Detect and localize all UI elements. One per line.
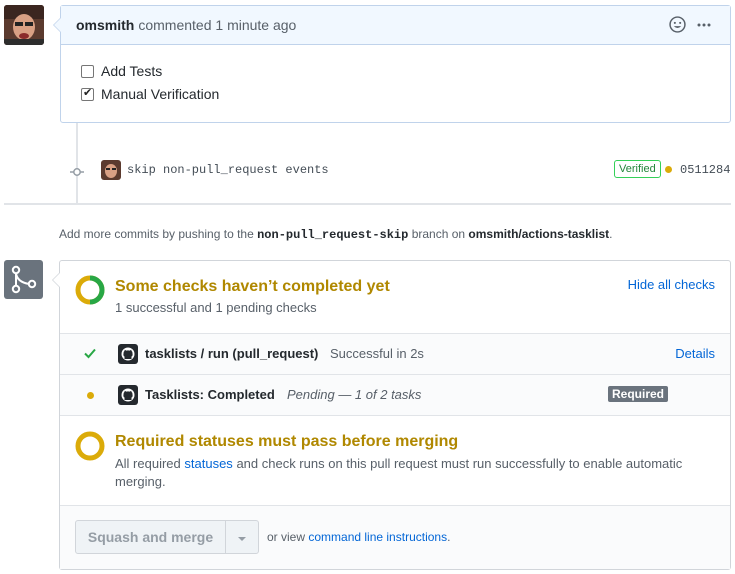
check-name: tasklists / run (pull_request) xyxy=(145,346,319,361)
commit-message[interactable]: skip non-pull_request events xyxy=(127,163,329,177)
squash-merge-button[interactable]: Squash and merge xyxy=(76,521,226,553)
git-merge-icon xyxy=(4,265,43,302)
caret-down-icon xyxy=(237,529,247,545)
timeline-divider xyxy=(4,203,731,205)
more-options-icon[interactable] xyxy=(696,17,712,36)
checks-title: Some checks haven’t completed yet xyxy=(115,278,390,295)
statuses-link[interactable]: statuses xyxy=(184,456,232,471)
github-app-icon xyxy=(118,385,138,408)
pending-status-icon xyxy=(75,431,105,464)
checks-progress-icon xyxy=(75,275,105,308)
comment-action: commented xyxy=(138,17,212,33)
commit-author-avatar[interactable] xyxy=(101,160,121,180)
author-avatar[interactable] xyxy=(4,5,44,45)
required-title: Required statuses must pass before mergi… xyxy=(115,433,459,450)
checks-summary: 1 successful and 1 pending checks xyxy=(115,300,317,315)
check-name: Tasklists: Completed xyxy=(145,387,275,402)
comment-header: omsmith commented 1 minute ago xyxy=(61,6,730,45)
required-text-before: All required xyxy=(115,456,181,471)
push-hint-prefix: Add more commits by pushing to the xyxy=(59,227,254,241)
verified-badge[interactable]: Verified xyxy=(614,160,661,178)
commit-node-icon xyxy=(70,165,84,177)
check-pending-icon xyxy=(87,392,94,399)
emoji-reaction-icon[interactable] xyxy=(669,16,686,36)
comment-author[interactable]: omsmith xyxy=(76,17,134,33)
task-checkbox[interactable] xyxy=(81,86,94,101)
task-checkbox[interactable] xyxy=(81,64,94,78)
push-hint: Add more commits by pushing to the non-p… xyxy=(59,227,612,242)
push-hint-middle: branch on xyxy=(411,227,466,241)
task-label: Manual Verification xyxy=(101,86,220,102)
required-status-section: Required statuses must pass before mergi… xyxy=(60,415,730,505)
view-suffix: . xyxy=(447,530,451,544)
check-status: Successful in 2s xyxy=(330,346,424,361)
task-item: Add Tests xyxy=(81,63,162,79)
push-hint-suffix: . xyxy=(609,227,613,241)
squash-merge-button-group: Squash and merge xyxy=(75,520,259,554)
comment-time[interactable]: 1 minute ago xyxy=(215,17,296,33)
hide-checks-link[interactable]: Hide all checks xyxy=(628,277,715,292)
merge-icon-box xyxy=(4,260,43,299)
task-item: Manual Verification xyxy=(81,86,219,102)
branch-name: non-pull_request-skip xyxy=(257,228,409,242)
repo-name[interactable]: omsmith/actions-tasklist xyxy=(468,227,609,241)
task-label: Add Tests xyxy=(101,63,163,79)
check-row: Tasklists: Completed Pending — 1 of 2 ta… xyxy=(60,374,730,415)
required-description: All required statuses and check runs on … xyxy=(115,455,715,491)
merge-method-dropdown[interactable] xyxy=(226,521,258,553)
check-success-icon xyxy=(83,346,97,363)
comment-box: omsmith commented 1 minute ago Add Tests… xyxy=(53,5,731,123)
check-details-link[interactable]: Details xyxy=(675,346,715,361)
github-app-icon xyxy=(118,344,138,367)
commit-status-dot[interactable] xyxy=(665,166,672,173)
check-row: tasklists / run (pull_request) Successfu… xyxy=(60,333,730,374)
merge-status-box: Some checks haven’t completed yet 1 succ… xyxy=(52,260,731,570)
command-line-hint: or view command line instructions. xyxy=(267,530,450,544)
required-badge: Required xyxy=(608,386,669,402)
timeline-line xyxy=(76,123,78,203)
commit-sha[interactable]: 0511284 xyxy=(680,163,730,177)
view-prefix: or view xyxy=(267,530,306,544)
command-line-link[interactable]: command line instructions xyxy=(308,530,447,544)
check-status: Pending — 1 of 2 tasks xyxy=(287,387,422,402)
